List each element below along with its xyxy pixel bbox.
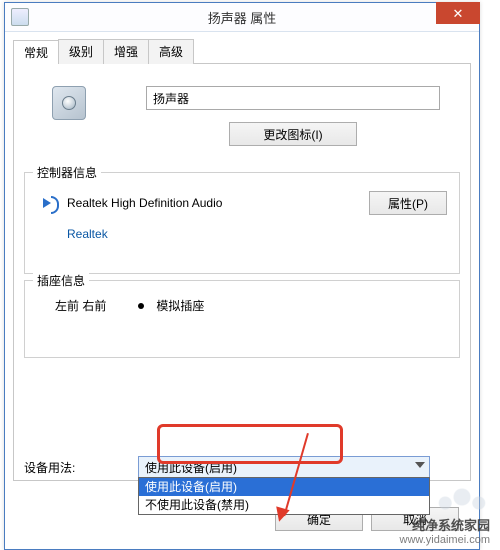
device-usage-row: 设备用法: 使用此设备(启用) 使用此设备(启用) 不使用此设备(禁用) bbox=[20, 456, 430, 478]
titlebar: 扬声器 属性 ✕ bbox=[5, 3, 479, 32]
device-name-input[interactable] bbox=[146, 86, 440, 110]
change-icon-button[interactable]: 更改图标(I) bbox=[229, 122, 357, 146]
speaker-icon bbox=[52, 86, 86, 120]
tab-general[interactable]: 常规 bbox=[13, 40, 59, 66]
tab-advanced[interactable]: 高级 bbox=[148, 39, 194, 64]
controller-name: Realtek High Definition Audio bbox=[67, 196, 369, 210]
tab-enhance[interactable]: 增强 bbox=[103, 39, 149, 64]
controller-properties-button[interactable]: 属性(P) bbox=[369, 191, 447, 215]
close-button[interactable]: ✕ bbox=[436, 2, 480, 24]
tab-levels[interactable]: 级别 bbox=[58, 39, 104, 64]
controller-groupbox: 控制器信息 Realtek High Definition Audio 属性(P… bbox=[24, 172, 460, 274]
tab-panel-general: 更改图标(I) 控制器信息 Realtek High Definition Au… bbox=[13, 64, 471, 481]
tab-strip: 常规 级别 增强 高级 bbox=[13, 39, 471, 64]
controller-legend: 控制器信息 bbox=[33, 164, 101, 181]
jack-channels: 左前 右前 bbox=[55, 297, 106, 314]
jack-legend: 插座信息 bbox=[33, 272, 89, 289]
close-icon: ✕ bbox=[453, 7, 464, 20]
usage-option-disable[interactable]: 不使用此设备(禁用) bbox=[139, 496, 429, 514]
properties-window: 扬声器 属性 ✕ 常规 级别 增强 高级 更改图标(I) 控制器信息 bbox=[4, 2, 480, 550]
device-usage-dropdown: 使用此设备(启用) 不使用此设备(禁用) bbox=[138, 477, 430, 515]
client-area: 常规 级别 增强 高级 更改图标(I) 控制器信息 Realtek High D… bbox=[13, 39, 471, 541]
controller-brand: Realtek bbox=[67, 227, 447, 241]
device-usage-combobox[interactable]: 使用此设备(启用) bbox=[138, 456, 430, 478]
jack-groupbox: 插座信息 左前 右前 模拟插座 bbox=[24, 280, 460, 358]
device-usage-label: 设备用法: bbox=[20, 459, 138, 476]
window-title: 扬声器 属性 bbox=[5, 8, 479, 27]
jack-bullet-icon bbox=[138, 303, 144, 309]
usage-option-enable[interactable]: 使用此设备(启用) bbox=[139, 478, 429, 496]
window-sys-icon bbox=[11, 8, 29, 26]
jack-type: 模拟插座 bbox=[156, 297, 204, 314]
chevron-down-icon bbox=[415, 462, 425, 468]
device-header: 更改图标(I) bbox=[52, 86, 440, 146]
sound-device-icon bbox=[43, 196, 59, 210]
device-usage-selected: 使用此设备(启用) bbox=[145, 459, 237, 476]
